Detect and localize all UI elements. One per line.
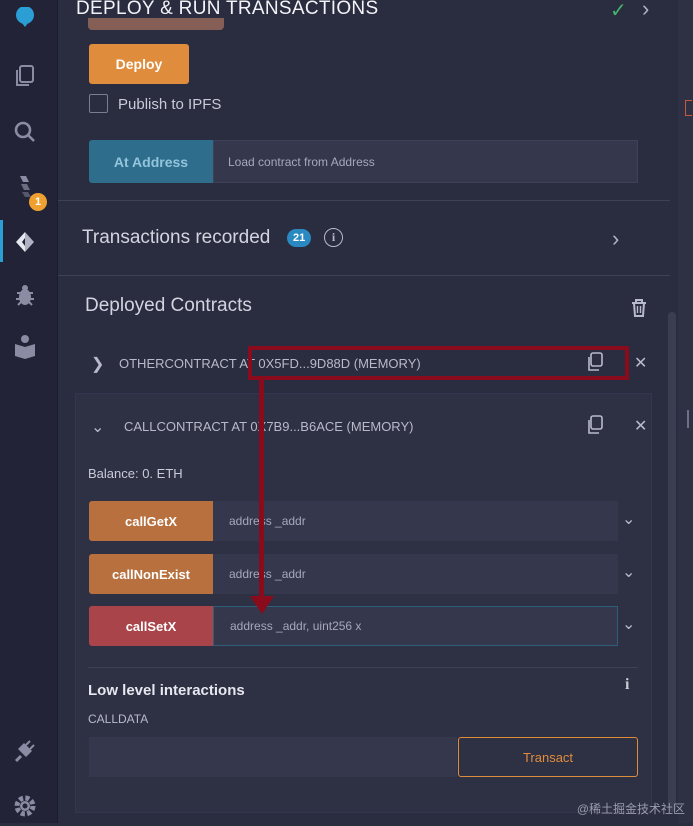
check-icon: ✓ bbox=[610, 0, 627, 22]
annotation-arrow-head bbox=[250, 596, 274, 614]
scrollbar[interactable] bbox=[668, 312, 676, 812]
divider bbox=[58, 200, 670, 201]
calldata-label: CALLDATA bbox=[88, 712, 149, 726]
learneth-icon[interactable] bbox=[0, 326, 50, 366]
trash-icon[interactable] bbox=[630, 298, 648, 318]
callgetx-button[interactable]: callGetX bbox=[89, 501, 213, 541]
chevron-down-icon[interactable]: ⌄ bbox=[91, 417, 104, 437]
callnonexist-input[interactable]: address _addr bbox=[213, 554, 618, 594]
at-address-button[interactable]: At Address bbox=[89, 140, 213, 183]
callnonexist-button[interactable]: callNonExist bbox=[89, 554, 213, 594]
icon-sidebar: 1 bbox=[0, 0, 58, 823]
chevron-right-icon[interactable]: ❯ bbox=[91, 354, 104, 374]
publish-ipfs-checkbox[interactable] bbox=[89, 94, 108, 113]
compiler-version-tag bbox=[88, 18, 224, 30]
low-level-title: Low level interactions bbox=[88, 682, 245, 699]
contract-title-callcontract[interactable]: CALLCONTRACT AT 0X7B9...B6ACE (MEMORY) bbox=[124, 419, 413, 434]
divider bbox=[88, 667, 638, 668]
at-address-input[interactable]: Load contract from Address bbox=[213, 140, 638, 183]
deploy-button[interactable]: Deploy bbox=[89, 44, 189, 84]
chevron-right-icon[interactable]: › bbox=[642, 0, 649, 22]
info-icon[interactable]: i bbox=[625, 676, 629, 694]
publish-ipfs-label: Publish to IPFS bbox=[118, 96, 222, 113]
chevron-down-icon[interactable]: ⌄ bbox=[622, 509, 635, 529]
deploy-run-panel: DEPLOY & RUN TRANSACTIONS ✓ › Deploy Pub… bbox=[58, 0, 670, 823]
plugin-manager-icon[interactable] bbox=[0, 732, 50, 772]
annotation-arrow-line bbox=[259, 380, 264, 600]
remix-logo-icon[interactable] bbox=[0, 0, 50, 40]
info-icon[interactable]: i bbox=[324, 228, 343, 247]
chevron-down-icon[interactable]: ⌄ bbox=[622, 614, 635, 634]
chevron-right-icon[interactable]: › bbox=[612, 226, 619, 252]
divider bbox=[58, 275, 670, 276]
calldata-input[interactable] bbox=[89, 737, 457, 777]
close-icon[interactable]: ✕ bbox=[634, 416, 647, 436]
callsetx-button[interactable]: callSetX bbox=[89, 606, 213, 646]
debugger-icon[interactable] bbox=[0, 276, 50, 316]
chevron-down-icon[interactable]: ⌄ bbox=[622, 562, 635, 582]
page-title: DEPLOY & RUN TRANSACTIONS bbox=[76, 0, 379, 19]
deployed-contracts-label: Deployed Contracts bbox=[85, 295, 252, 316]
balance-text: Balance: 0. ETH bbox=[88, 466, 183, 481]
annotation-highlight-box bbox=[248, 346, 629, 380]
editor-fragment bbox=[687, 410, 693, 428]
transact-button[interactable]: Transact bbox=[458, 737, 638, 777]
callgetx-input[interactable]: address _addr bbox=[213, 501, 618, 541]
watermark: @稀土掘金技术社区 bbox=[576, 802, 685, 816]
close-icon[interactable]: ✕ bbox=[634, 353, 647, 373]
editor-fragment bbox=[685, 100, 692, 116]
search-icon[interactable] bbox=[0, 112, 50, 152]
editor-edge bbox=[678, 0, 693, 823]
transactions-recorded-label[interactable]: Transactions recorded bbox=[82, 227, 270, 249]
compiler-badge: 1 bbox=[29, 193, 47, 211]
copy-icon[interactable] bbox=[586, 415, 604, 435]
transactions-count-badge: 21 bbox=[287, 229, 312, 247]
file-explorer-icon[interactable] bbox=[0, 56, 50, 96]
deploy-run-icon[interactable] bbox=[0, 222, 50, 262]
settings-icon[interactable] bbox=[0, 786, 50, 826]
